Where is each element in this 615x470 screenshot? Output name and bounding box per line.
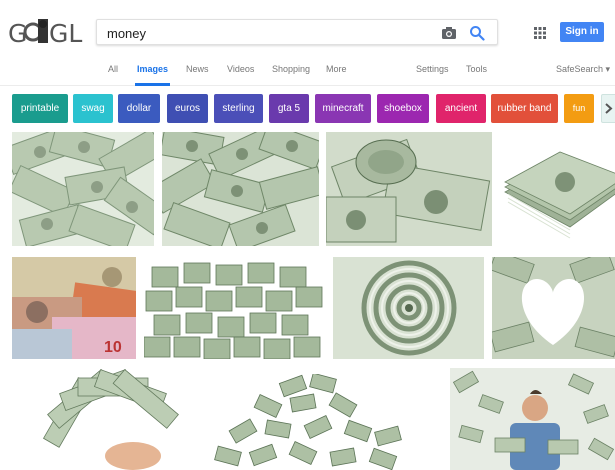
image-result[interactable]: 10: [12, 257, 136, 359]
image-result[interactable]: [450, 368, 615, 470]
chip-euros[interactable]: euros: [167, 94, 208, 123]
tab-shopping[interactable]: Shopping: [272, 64, 310, 86]
camera-icon[interactable]: [441, 26, 457, 40]
chip-ancient[interactable]: ancient: [436, 94, 486, 123]
tab-more[interactable]: More: [326, 64, 347, 86]
chip-minecraft[interactable]: minecraft: [315, 94, 371, 123]
chip-swag[interactable]: swag: [73, 94, 113, 123]
image-result[interactable]: [326, 132, 492, 246]
chevron-right-icon: [605, 103, 613, 114]
chip-printable[interactable]: printable: [12, 94, 68, 123]
chips-next-button[interactable]: [601, 94, 615, 123]
chip-fun[interactable]: fun: [564, 94, 594, 123]
tab-all[interactable]: All: [108, 64, 118, 86]
chip-shoebox[interactable]: shoebox: [377, 94, 429, 123]
image-result[interactable]: [492, 257, 615, 359]
search-box[interactable]: [96, 19, 498, 45]
chip-dollar[interactable]: dollar: [118, 94, 160, 123]
safesearch-dropdown[interactable]: SafeSearch ▾: [556, 64, 610, 75]
image-result[interactable]: [18, 368, 183, 470]
apps-grid-icon[interactable]: [534, 26, 546, 39]
chip-rubber-band[interactable]: rubber band: [491, 94, 558, 123]
image-result[interactable]: [211, 374, 414, 470]
image-result[interactable]: [162, 132, 319, 246]
tab-videos[interactable]: Videos: [227, 64, 254, 86]
search-tabs: All Images News Videos Shopping More Set…: [0, 60, 615, 86]
image-result[interactable]: [500, 132, 615, 246]
tab-images[interactable]: Images: [134, 64, 171, 86]
google-doodle-logo[interactable]: G GLE: [8, 16, 98, 48]
header: G GLE Sign: [0, 0, 615, 60]
chip-sterling[interactable]: sterling: [214, 94, 263, 123]
image-result[interactable]: [12, 132, 154, 246]
related-search-chips: printable swag dollar euros sterling gta…: [0, 94, 615, 124]
tab-tools[interactable]: Tools: [466, 64, 487, 86]
svg-text:GLE: GLE: [49, 19, 84, 46]
chip-gta5[interactable]: gta 5: [269, 94, 309, 123]
svg-text:10: 10: [104, 339, 122, 356]
search-icon[interactable]: [469, 25, 485, 41]
tab-settings[interactable]: Settings: [416, 64, 449, 86]
sign-in-button[interactable]: Sign in: [560, 22, 604, 42]
image-result[interactable]: [144, 257, 325, 359]
tab-news[interactable]: News: [186, 64, 209, 86]
image-result[interactable]: [333, 257, 484, 359]
search-input[interactable]: [107, 24, 427, 42]
